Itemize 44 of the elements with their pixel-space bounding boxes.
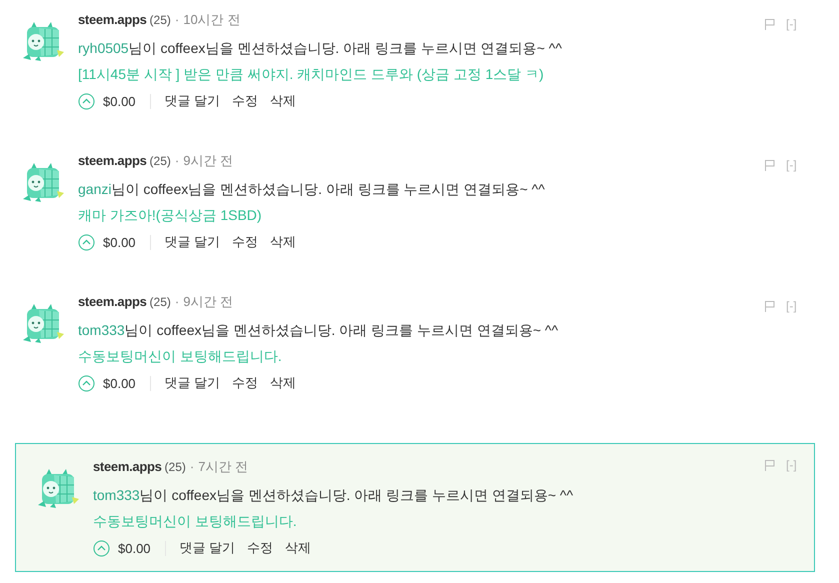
- action-link[interactable]: 댓글 달기: [180, 539, 236, 557]
- flag-icon[interactable]: [764, 159, 776, 171]
- action-link[interactable]: 댓글 달기: [164, 233, 220, 251]
- action-link[interactable]: 삭제: [285, 539, 312, 557]
- payout: $0.00: [103, 234, 151, 250]
- comment-text: ganzi님이 coffeex님을 멘션하셨습니당. 아래 링크를 누르시면 연결되용~ ^^: [78, 180, 546, 199]
- comment-text: ryh0505님이 coffeex님을 멘션하셨습니당. 아래 링크를 누르시면 연결되용~ ^^: [78, 39, 563, 58]
- payout: $0.00: [118, 540, 166, 556]
- payout: $0.00: [103, 94, 151, 108]
- action-link[interactable]: 댓글 달기: [164, 374, 220, 392]
- upvote-icon[interactable]: [93, 540, 110, 556]
- reputation: (25): [164, 460, 186, 474]
- flag-icon[interactable]: [764, 300, 776, 312]
- author-link[interactable]: steem.apps: [78, 153, 147, 168]
- action-link[interactable]: 댓글 달기: [164, 92, 220, 110]
- separator: ·: [190, 459, 194, 474]
- upvote-icon[interactable]: [78, 234, 95, 250]
- action-link[interactable]: 수정: [232, 92, 258, 110]
- timestamp: 9시간 전: [183, 293, 234, 311]
- timestamp: 9시간 전: [183, 152, 234, 170]
- author-link[interactable]: steem.apps: [78, 12, 147, 27]
- separator: ·: [174, 294, 180, 309]
- action-link[interactable]: 수정: [247, 539, 274, 557]
- timestamp: 7시간 전: [198, 458, 248, 476]
- comment-text: tom333님이 coffeex님을 멘션하셨습니당. 아래 링크를 누르시면 연결되용~ ^^: [93, 486, 574, 505]
- separator: ·: [174, 153, 180, 168]
- comment-text: tom333님이 coffeex님을 멘션하셨습니당. 아래 링크를 누르시면 연결되용~ ^^: [78, 321, 560, 340]
- upvote-icon[interactable]: [78, 374, 95, 392]
- action-link[interactable]: 삭제: [270, 374, 296, 392]
- flag-icon[interactable]: [764, 18, 776, 30]
- payout: $0.00: [103, 376, 151, 390]
- author-link[interactable]: steem.apps: [93, 459, 162, 474]
- reputation: (25): [150, 295, 171, 309]
- separator: ·: [174, 12, 180, 27]
- flag-icon[interactable]: [764, 459, 776, 471]
- action-link[interactable]: 수정: [232, 374, 258, 392]
- author-link[interactable]: steem.apps: [78, 294, 147, 309]
- upvote-icon[interactable]: [78, 92, 95, 110]
- action-link[interactable]: 삭제: [270, 233, 296, 251]
- reputation: (25): [150, 154, 171, 168]
- reputation: (25): [150, 13, 171, 27]
- action-link[interactable]: 삭제: [270, 92, 296, 110]
- timestamp: 10시간 전: [183, 11, 240, 29]
- action-link[interactable]: 수정: [232, 233, 258, 251]
